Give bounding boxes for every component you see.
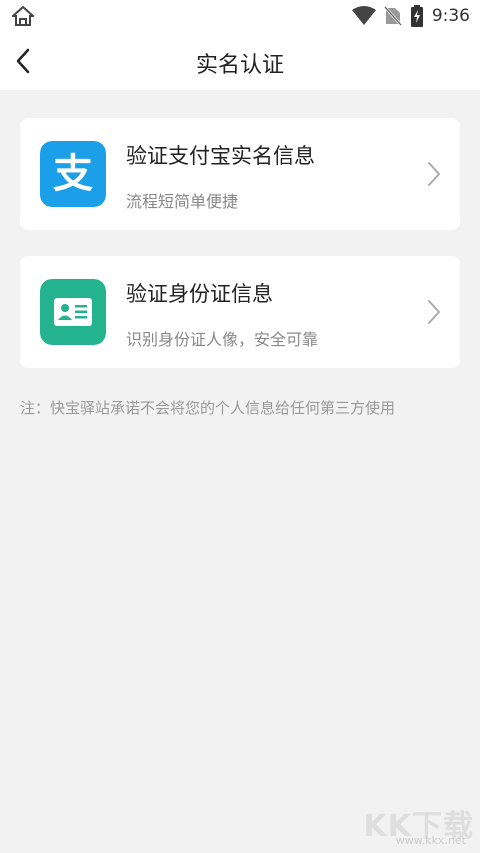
option-title: 验证身份证信息 [126, 282, 273, 306]
option-subtitle: 识别身份证人像，安全可靠 [126, 330, 319, 349]
wifi-icon [351, 6, 376, 25]
alipay-icon: 支 [40, 141, 106, 207]
verify-id-card-card[interactable]: 验证身份证信息 识别身份证人像，安全可靠 [20, 256, 460, 368]
chevron-right-icon [428, 162, 440, 186]
chevron-right-icon [428, 300, 440, 324]
option-subtitle: 流程短简单便捷 [126, 192, 239, 211]
home-outline-icon [12, 6, 34, 26]
id-card-icon [40, 279, 106, 345]
status-time: 9:36 [431, 6, 470, 26]
watermark-url: www.kkx.net [395, 834, 466, 847]
status-bar: 9:36 [0, 0, 480, 32]
option-title: 验证支付宝实名信息 [126, 144, 315, 168]
status-icons: 9:36 [351, 4, 470, 28]
privacy-note: 注：快宝驿站承诺不会将您的个人信息给任何第三方使用 [20, 399, 396, 417]
app-header: 实名认证 [0, 32, 480, 90]
battery-charging-icon [410, 5, 423, 27]
page-title: 实名认证 [195, 53, 284, 78]
watermark: KK下载 www.kkx.net [356, 801, 474, 847]
svg-text:支: 支 [53, 151, 93, 197]
no-sim-icon [383, 6, 402, 26]
verify-alipay-card[interactable]: 支 验证支付宝实名信息 流程短简单便捷 [20, 118, 460, 230]
